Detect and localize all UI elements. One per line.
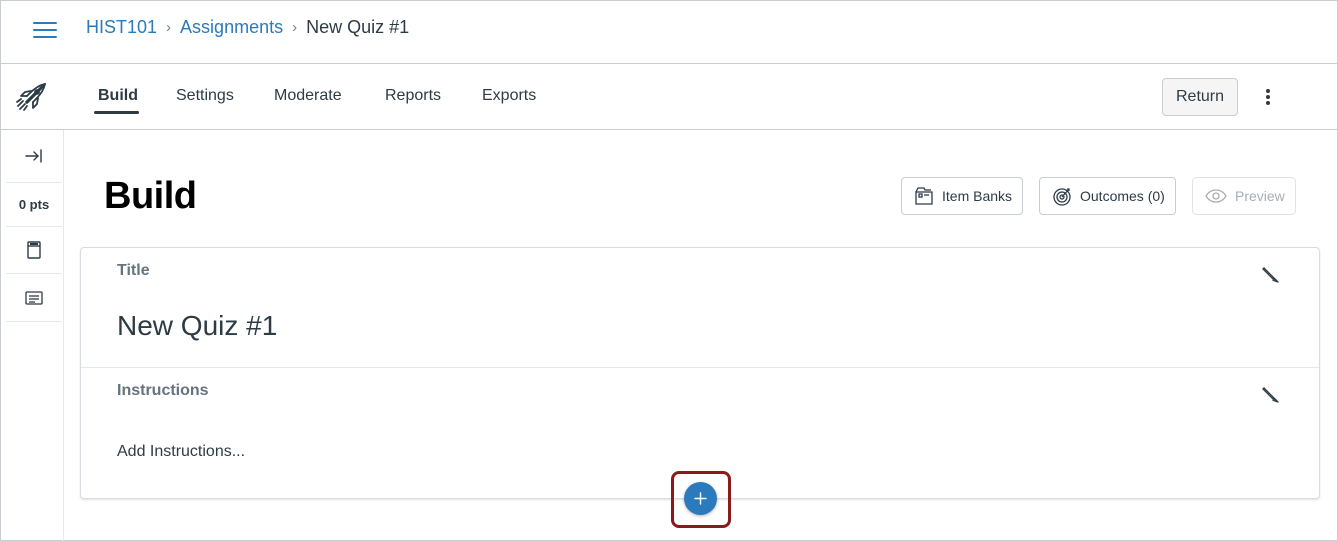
eye-icon bbox=[1205, 189, 1227, 203]
page-title: Build bbox=[104, 175, 197, 217]
breadcrumb-course-link[interactable]: HIST101 bbox=[86, 17, 157, 38]
item-banks-icon bbox=[915, 187, 933, 205]
hamburger-menu-icon[interactable] bbox=[33, 20, 57, 40]
document-icon[interactable] bbox=[6, 227, 62, 274]
more-options-icon[interactable] bbox=[1262, 86, 1274, 108]
item-banks-button[interactable]: Item Banks bbox=[901, 177, 1023, 215]
preview-button[interactable]: Preview bbox=[1192, 177, 1296, 215]
add-instructions-placeholder[interactable]: Add Instructions... bbox=[117, 443, 245, 461]
tab-settings[interactable]: Settings bbox=[176, 87, 234, 105]
instructions-label: Instructions bbox=[117, 382, 209, 399]
quiz-details-card: Title New Quiz #1 Instructions Add Instr… bbox=[80, 247, 1320, 499]
points-label: 0 pts bbox=[18, 197, 50, 212]
outcomes-label: Outcomes (0) bbox=[1080, 188, 1165, 204]
preview-label: Preview bbox=[1235, 188, 1285, 204]
breadcrumb: HIST101 › Assignments › New Quiz #1 bbox=[86, 17, 409, 38]
breadcrumb-current: New Quiz #1 bbox=[306, 17, 410, 37]
quiz-tab-bar: Build Settings Moderate Reports Exports bbox=[0, 64, 1338, 130]
outcomes-button[interactable]: Outcomes (0) bbox=[1039, 177, 1176, 215]
left-rail: 0 pts bbox=[0, 130, 64, 541]
quiz-title-value[interactable]: New Quiz #1 bbox=[117, 310, 277, 342]
rocket-icon bbox=[14, 80, 48, 114]
add-question-button[interactable] bbox=[684, 482, 717, 515]
edit-title-pencil-icon[interactable] bbox=[1261, 265, 1281, 285]
points-total: 0 pts bbox=[6, 183, 62, 227]
target-icon bbox=[1053, 188, 1071, 206]
item-banks-label: Item Banks bbox=[942, 188, 1013, 204]
expand-panel-icon[interactable] bbox=[6, 130, 62, 183]
plus-icon bbox=[694, 492, 707, 505]
breadcrumb-separator: › bbox=[166, 19, 172, 36]
title-label: Title bbox=[117, 262, 150, 279]
tab-exports[interactable]: Exports bbox=[482, 87, 536, 105]
active-tab-indicator bbox=[94, 111, 139, 114]
tab-moderate[interactable]: Moderate bbox=[274, 87, 342, 105]
tab-reports[interactable]: Reports bbox=[385, 87, 441, 105]
tab-build[interactable]: Build bbox=[98, 87, 138, 105]
top-bar: HIST101 › Assignments › New Quiz #1 bbox=[0, 0, 1338, 64]
breadcrumb-separator: › bbox=[292, 19, 298, 36]
edit-instructions-pencil-icon[interactable] bbox=[1261, 385, 1281, 405]
card-divider bbox=[81, 367, 1319, 368]
return-button[interactable]: Return bbox=[1162, 78, 1238, 116]
breadcrumb-assignments-link[interactable]: Assignments bbox=[180, 17, 283, 38]
text-block-icon[interactable] bbox=[6, 274, 62, 322]
